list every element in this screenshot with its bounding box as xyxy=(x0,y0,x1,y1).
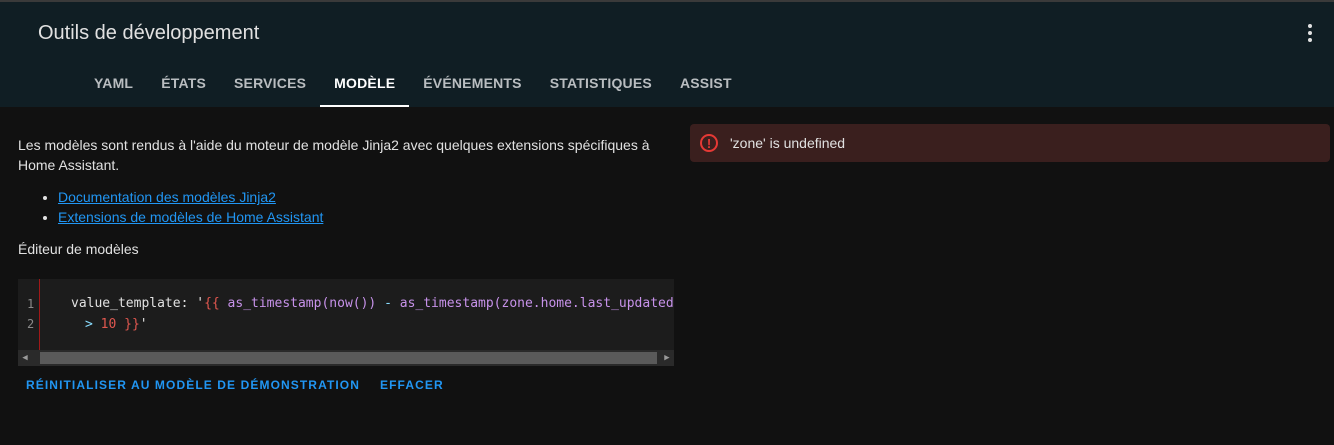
ha-extensions-link[interactable]: Extensions de modèles de Home Assistant xyxy=(58,209,323,225)
app-header: Outils de développement YAML ÉTATS SERVI… xyxy=(0,2,1334,107)
line-number: 1 xyxy=(27,297,35,311)
tab-services[interactable]: SERVICES xyxy=(220,58,320,107)
code-expression: as_timestamp(now()) xyxy=(219,296,385,311)
line-number: 2 xyxy=(27,317,35,331)
tab-bar: YAML ÉTATS SERVICES MODÈLE ÉVÉNEMENTS ST… xyxy=(80,58,746,107)
tab-yaml[interactable]: YAML xyxy=(80,58,147,107)
code-quote: ' xyxy=(139,317,148,332)
code-line-2[interactable]: > 10 }}' xyxy=(85,317,148,332)
tab-statistics[interactable]: STATISTIQUES xyxy=(536,58,666,107)
code-expression: as_timestamp(zone.home.last_updated) xyxy=(391,296,674,311)
list-item: Documentation des modèles Jinja2 xyxy=(58,187,678,207)
code-number: 10 xyxy=(100,317,117,332)
menu-dot xyxy=(1308,38,1312,42)
menu-dot xyxy=(1308,31,1312,35)
tab-states[interactable]: ÉTATS xyxy=(147,58,220,107)
error-message: 'zone' is undefined xyxy=(730,135,846,151)
editor-actions: RÉINITIALISER AU MODÈLE DE DÉMONSTRATION… xyxy=(18,374,452,396)
tab-events[interactable]: ÉVÉNEMENTS xyxy=(409,58,535,107)
code-operator: > xyxy=(85,317,101,332)
list-item: Extensions de modèles de Home Assistant xyxy=(58,207,678,227)
page-title: Outils de développement xyxy=(38,22,260,44)
scroll-right-arrow-icon[interactable]: ▶ xyxy=(660,350,674,366)
code-close-brace: }} xyxy=(116,317,140,332)
code-key: value_template: ' xyxy=(71,296,205,311)
clear-button[interactable]: EFFACER xyxy=(372,374,452,396)
reset-template-button[interactable]: RÉINITIALISER AU MODÈLE DE DÉMONSTRATION xyxy=(18,374,368,396)
more-vert-icon[interactable] xyxy=(1300,18,1320,48)
tab-assist[interactable]: ASSIST xyxy=(666,58,746,107)
docs-links: Documentation des modèles Jinja2 Extensi… xyxy=(18,187,678,227)
scrollbar-thumb[interactable] xyxy=(40,352,657,364)
intro-text: Les modèles sont rendus à l'aide du mote… xyxy=(18,137,650,173)
code-line-1[interactable]: value_template: '{{ as_timestamp(now()) … xyxy=(71,296,674,311)
editor-label: Éditeur de modèles xyxy=(18,241,139,257)
template-description: Les modèles sont rendus à l'aide du mote… xyxy=(18,130,678,257)
error-alert: ! 'zone' is undefined xyxy=(690,124,1330,162)
menu-dot xyxy=(1308,24,1312,28)
tab-template[interactable]: MODÈLE xyxy=(320,58,410,107)
jinja-docs-link[interactable]: Documentation des modèles Jinja2 xyxy=(58,189,276,205)
alert-circle-icon: ! xyxy=(700,134,718,152)
code-open-brace: {{ xyxy=(204,296,220,311)
template-code-editor[interactable]: 1 2 value_template: '{{ as_timestamp(now… xyxy=(18,279,674,366)
scroll-left-arrow-icon[interactable]: ◀ xyxy=(18,350,32,366)
code-operator: - xyxy=(384,296,392,311)
horizontal-scrollbar[interactable]: ◀ ▶ xyxy=(18,350,674,366)
line-gutter: 1 2 xyxy=(18,279,40,350)
